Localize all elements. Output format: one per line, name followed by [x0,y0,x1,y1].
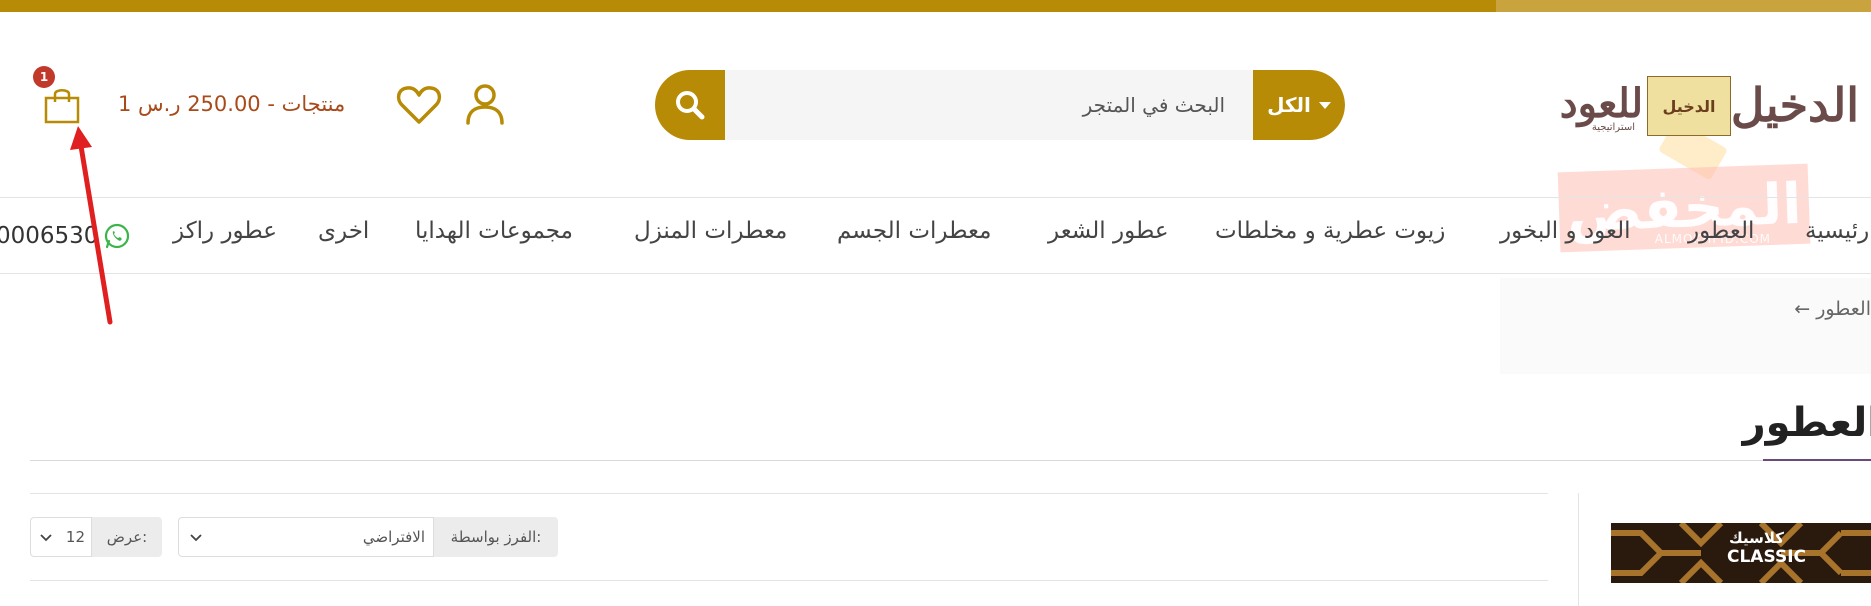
sort-select[interactable]: الافتراضي [178,517,434,557]
nav-item-gift-sets[interactable]: مجموعات الهدايا [415,218,573,254]
logo-text-oud: للعود [1559,80,1643,127]
heart-icon[interactable] [396,84,442,126]
logo-badge-text: الدخيل [1662,96,1716,116]
nav-item-hair-perfumes[interactable]: عطور الشعر [1048,218,1169,254]
search-button[interactable] [655,70,725,140]
toolbar-divider-bottom [30,580,1548,581]
sidebar-divider [1578,493,1579,606]
title-divider [30,460,1871,461]
logo-text-main: الدخيل [1730,78,1859,132]
breadcrumb-background [1500,278,1871,374]
nav-item-rakez[interactable]: عطور راكز [173,218,277,254]
product-label-en: CLASSIC [1727,547,1806,567]
nav-divider-top [0,197,1871,198]
logo-badge: الدخيل [1647,76,1731,136]
nav-item-other[interactable]: اخرى [318,218,369,254]
page-title: العطور [1742,400,1871,446]
nav-item-home-fresheners[interactable]: معطرات المنزل [634,218,787,254]
nav-item-home[interactable]: رئيسية [1805,218,1869,254]
search-icon [676,91,705,120]
search-input[interactable] [725,70,1245,140]
chevron-down-icon [190,534,202,542]
whatsapp-contact[interactable]: 0006530 [0,218,130,254]
logo-subtitle: استراتيجية [1591,122,1635,133]
top-bar-segment [1496,0,1871,12]
sort-select-value: الافتراضي [362,528,425,546]
show-count-select[interactable]: 12 [30,517,92,557]
cart-summary[interactable]: 1 منتجات - 250.00 ر.س [118,92,345,116]
title-underline [1763,459,1871,461]
search-bar: الكل [655,70,1345,140]
site-logo[interactable]: الدخيل الدخيل للعود استراتيجية [1539,72,1859,144]
shopping-bag-icon[interactable] [42,86,82,124]
product-image[interactable]: كلاسيك CLASSIC [1611,523,1871,583]
user-icon[interactable] [463,82,507,126]
nav-item-perfumes[interactable]: العطور [1688,218,1754,254]
breadcrumb[interactable]: ← العطور [1794,298,1871,320]
cart-count-badge: 1 [33,66,55,88]
category-dropdown-label: الكل [1267,93,1311,117]
caret-down-icon [1318,101,1331,109]
show-count-value: 12 [65,528,85,546]
nav-divider-bottom [0,273,1871,274]
show-label: عرض: [92,517,162,557]
whatsapp-icon [105,223,130,249]
annotation-arrow [70,126,113,325]
chevron-down-icon [40,534,52,542]
phone-number: 0006530 [0,223,99,249]
nav-item-oils[interactable]: زيوت عطرية و مخلطات [1215,218,1445,254]
product-label-ar: كلاسيك [1729,529,1784,547]
sort-label: الفرز بواسطة: [434,517,558,557]
category-dropdown[interactable]: الكل [1253,70,1345,140]
toolbar-divider-top [30,493,1548,494]
nav-item-oud-incense[interactable]: العود و البخور [1500,218,1631,254]
nav-item-body-fresheners[interactable]: معطرات الجسم [837,218,991,254]
